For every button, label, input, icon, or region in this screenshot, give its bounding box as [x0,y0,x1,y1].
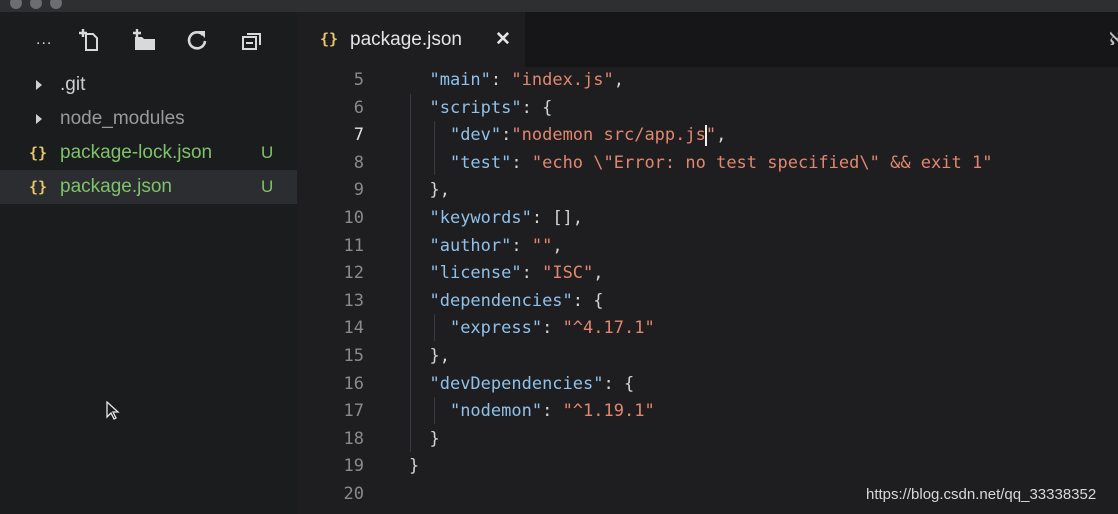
line-text: }, [409,180,450,201]
line-number: 20 [343,484,364,504]
json-file-icon: {} [29,178,48,196]
close-window-icon[interactable] [10,0,22,9]
line-text: } [409,428,440,449]
line-number: 12 [343,263,364,284]
line-number: 10 [343,208,364,228]
line-number: 19 [343,456,364,477]
tree-item-label: .git [60,74,86,95]
tree-item-label: package-lock.json [60,142,213,163]
line-text: "author": "", [429,235,563,256]
watermark: https://blog.csdn.net/qq_33338352 [866,486,1097,503]
line-number: 15 [343,346,364,366]
more-actions-button[interactable]: ... [36,31,52,49]
tree-item-git[interactable]: .git [0,68,297,102]
close-tab-icon[interactable]: ✕ [495,28,511,51]
collapse-all-icon[interactable] [239,27,265,53]
line-number: 16 [343,373,364,394]
line-number: 6 [353,97,364,118]
file-explorer: ... .git node_modules {} package-lock.js… [0,12,297,514]
tree-item-package-json[interactable]: {} package.json U [0,170,297,204]
line-text: "express": "^4.17.1" [449,318,655,339]
tab-package-json[interactable]: {} package.json ✕ [297,12,525,67]
line-number: 9 [353,180,364,201]
tree-item-label: package.json [60,176,172,197]
tree-item-package-lock-json[interactable]: {} package-lock.json U [0,136,297,170]
chevron-right-icon[interactable] [36,80,42,90]
line-text: "license": "ISC", [429,263,604,284]
file-tree: .git node_modules {} package-lock.json U… [0,68,297,204]
new-folder-icon[interactable] [131,27,157,53]
mouse-pointer-icon [106,401,120,420]
line-text: "keywords": [], [429,208,584,228]
tab-label: package.json [350,29,462,50]
text-caret [704,124,707,146]
line-text: "devDependencies": { [429,373,635,394]
new-file-icon[interactable] [76,27,102,53]
line-text: }, [409,346,450,366]
line-text: "main": "index.js", [429,70,624,90]
line-number: 11 [343,235,364,256]
refresh-icon[interactable] [184,27,210,53]
tree-item-label: node_modules [60,108,185,129]
json-file-icon: {} [29,144,48,162]
json-file-icon: {} [320,30,339,48]
chevron-right-icon[interactable] [36,114,42,124]
code-editor: {} package.json ✕ ℵ 5 "main": "index.js"… [297,12,1118,514]
explorer-toolbar: ... [0,12,297,66]
line-number: 17 [343,401,364,422]
untracked-badge: U [261,143,274,162]
line-number: 5 [353,70,364,90]
line-number: 8 [353,152,364,173]
untracked-badge: U [261,177,274,196]
line-text: } [409,456,420,477]
window-titlebar [0,0,1118,12]
line-number: 13 [343,290,364,311]
line-number: 14 [343,318,364,339]
line-text: "dev":"nodemon src/app.js", [449,124,727,146]
line-number: 18 [343,428,364,449]
line-number: 7 [353,125,364,146]
line-text: "scripts": { [429,97,553,118]
line-text: "test": "echo \"Error: no test specified… [449,152,993,173]
minimize-window-icon[interactable] [30,0,42,9]
maximize-window-icon[interactable] [50,0,62,9]
line-text: "nodemon": "^1.19.1" [449,401,655,422]
code-area[interactable]: 5 "main": "index.js", 6 "scripts": { 7 "de… [297,67,1118,514]
line-text: "dependencies": { [429,290,604,311]
tree-item-node-modules[interactable]: node_modules [0,102,297,136]
split-editor-icon[interactable]: ℵ [1109,29,1118,50]
editor-tab-bar: {} package.json ✕ ℵ [297,12,1118,67]
